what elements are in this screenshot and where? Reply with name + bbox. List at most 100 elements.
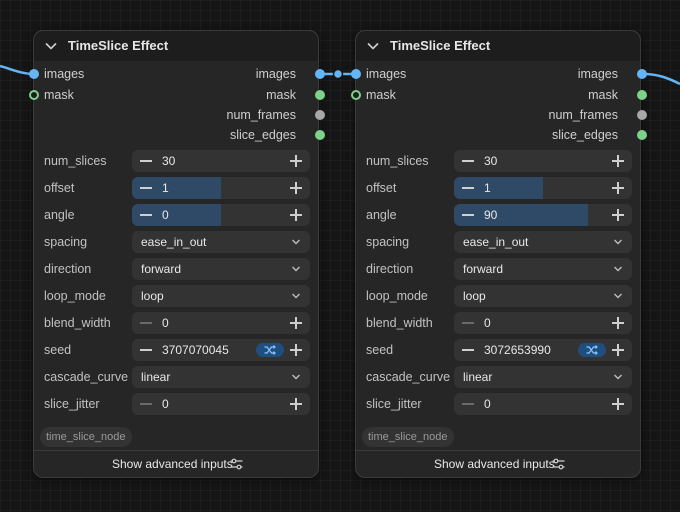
widget-value: 1 xyxy=(162,181,169,195)
output-label-slice-edges: slice_edges xyxy=(229,128,296,142)
widget-value: 0 xyxy=(162,397,169,411)
input-slot-mask[interactable] xyxy=(29,90,39,100)
decrement-icon[interactable] xyxy=(140,187,152,189)
widget-num-slices[interactable]: 30 xyxy=(454,150,632,172)
increment-icon[interactable] xyxy=(612,317,624,329)
widget-value: 3072653990 xyxy=(484,343,551,357)
output-slot-num-frames[interactable] xyxy=(637,110,647,120)
widget-label-spacing: spacing xyxy=(366,235,410,249)
increment-icon[interactable] xyxy=(612,209,624,221)
increment-icon[interactable] xyxy=(290,398,302,410)
widget-spacing-combo[interactable]: ease_in_out xyxy=(132,231,310,253)
widget-value: 0 xyxy=(162,316,169,330)
widget-cascade-curve-combo[interactable]: linear xyxy=(454,366,632,388)
randomize-seed-button[interactable] xyxy=(256,343,284,357)
node-timeslice-effect-2[interactable]: TimeSlice Effect images mask images mask… xyxy=(351,30,647,478)
decrement-icon[interactable] xyxy=(462,160,474,162)
collapse-chevron-icon[interactable] xyxy=(44,39,58,53)
increment-icon[interactable] xyxy=(290,155,302,167)
increment-icon[interactable] xyxy=(612,182,624,194)
increment-icon[interactable] xyxy=(290,344,302,356)
decrement-icon[interactable] xyxy=(140,214,152,216)
widget-slice-jitter[interactable]: 0 xyxy=(454,393,632,415)
increment-icon[interactable] xyxy=(612,398,624,410)
decrement-icon[interactable] xyxy=(140,349,152,351)
increment-icon[interactable] xyxy=(612,155,624,167)
output-slot-images[interactable] xyxy=(315,69,325,79)
widget-direction-combo[interactable]: forward xyxy=(132,258,310,280)
widget-value: ease_in_out xyxy=(463,235,529,249)
node-header[interactable]: TimeSlice Effect xyxy=(356,31,640,61)
output-slot-slice-edges[interactable] xyxy=(315,130,325,140)
output-label-num-frames: num_frames xyxy=(548,108,618,122)
output-slot-mask[interactable] xyxy=(315,90,325,100)
widget-loop-mode-combo[interactable]: loop xyxy=(454,285,632,307)
widget-slice-jitter[interactable]: 0 xyxy=(132,393,310,415)
widget-label-spacing: spacing xyxy=(44,235,88,249)
widget-value: ease_in_out xyxy=(141,235,207,249)
show-advanced-inputs-button[interactable]: Show advanced inputs xyxy=(34,450,318,477)
widget-label-blend-width: blend_width xyxy=(44,316,111,330)
dropdown-caret-icon xyxy=(614,293,622,299)
input-label-mask: mask xyxy=(366,88,396,102)
increment-icon[interactable] xyxy=(290,182,302,194)
widget-offset-slider[interactable]: 1 xyxy=(454,177,632,199)
output-slot-num-frames[interactable] xyxy=(315,110,325,120)
decrement-icon[interactable] xyxy=(462,214,474,216)
increment-icon[interactable] xyxy=(612,344,624,356)
widget-value: 1 xyxy=(484,181,491,195)
widget-label-num-slices: num_slices xyxy=(44,154,107,168)
widget-value: loop xyxy=(463,289,486,303)
node-title: TimeSlice Effect xyxy=(390,38,491,53)
widget-loop-mode-combo[interactable]: loop xyxy=(132,285,310,307)
node-header[interactable]: TimeSlice Effect xyxy=(34,31,318,61)
widget-value: 30 xyxy=(484,154,498,168)
widget-seed[interactable]: 3707070045 xyxy=(132,339,310,361)
dropdown-caret-icon xyxy=(292,293,300,299)
widget-seed[interactable]: 3072653990 xyxy=(454,339,632,361)
node-title: TimeSlice Effect xyxy=(68,38,169,53)
widget-value: 0 xyxy=(484,316,491,330)
widget-value: linear xyxy=(141,370,171,384)
widget-angle-slider[interactable]: 0 xyxy=(132,204,310,226)
widget-direction-combo[interactable]: forward xyxy=(454,258,632,280)
widget-label-slice-jitter: slice_jitter xyxy=(44,397,100,411)
decrement-icon[interactable] xyxy=(462,187,474,189)
output-slot-images[interactable] xyxy=(637,69,647,79)
widget-num-slices[interactable]: 30 xyxy=(132,150,310,172)
widget-value: 0 xyxy=(484,397,491,411)
decrement-icon[interactable] xyxy=(462,322,474,324)
widget-blend-width[interactable]: 0 xyxy=(132,312,310,334)
link-wire-out xyxy=(642,72,680,86)
dropdown-caret-icon xyxy=(614,239,622,245)
increment-icon[interactable] xyxy=(290,317,302,329)
input-slot-mask[interactable] xyxy=(351,90,361,100)
decrement-icon[interactable] xyxy=(140,160,152,162)
input-slot-images[interactable] xyxy=(29,69,39,79)
randomize-seed-button[interactable] xyxy=(578,343,606,357)
show-advanced-inputs-button[interactable]: Show advanced inputs xyxy=(356,450,640,477)
widget-label-cascade-curve: cascade_curve xyxy=(44,370,129,384)
decrement-icon[interactable] xyxy=(140,322,152,324)
widget-label-seed: seed xyxy=(44,343,72,357)
widget-spacing-combo[interactable]: ease_in_out xyxy=(454,231,632,253)
increment-icon[interactable] xyxy=(290,209,302,221)
collapse-chevron-icon[interactable] xyxy=(366,39,380,53)
output-slot-slice-edges[interactable] xyxy=(637,130,647,140)
widget-blend-width[interactable]: 0 xyxy=(454,312,632,334)
widget-label-loop-mode: loop_mode xyxy=(44,289,106,303)
output-slot-mask[interactable] xyxy=(637,90,647,100)
input-slot-images[interactable] xyxy=(351,69,361,79)
widget-cascade-curve-combo[interactable]: linear xyxy=(132,366,310,388)
node-timeslice-effect-1[interactable]: TimeSlice Effect images mask images mask… xyxy=(29,30,325,478)
widget-label-angle: angle xyxy=(44,208,75,222)
decrement-icon[interactable] xyxy=(140,403,152,405)
widget-angle-slider[interactable]: 90 xyxy=(454,204,632,226)
advanced-inputs-label: Show advanced inputs xyxy=(112,457,233,471)
output-label-num-frames: num_frames xyxy=(226,108,296,122)
input-label-images: images xyxy=(44,67,85,81)
decrement-icon[interactable] xyxy=(462,349,474,351)
widget-offset-slider[interactable]: 1 xyxy=(132,177,310,199)
decrement-icon[interactable] xyxy=(462,403,474,405)
advanced-inputs-label: Show advanced inputs xyxy=(434,457,555,471)
